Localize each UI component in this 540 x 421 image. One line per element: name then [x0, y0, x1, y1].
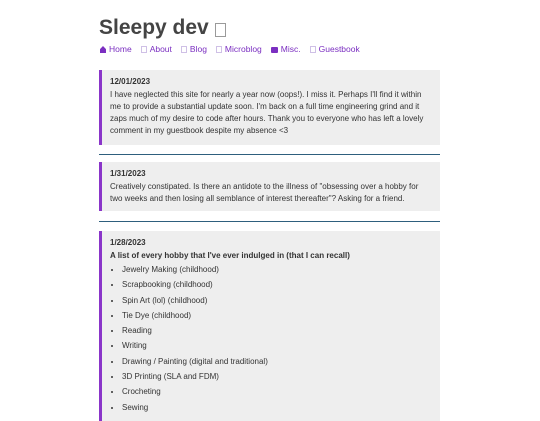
nav-microblog[interactable]: Microblog	[215, 44, 262, 55]
nav-about[interactable]: About	[140, 44, 172, 55]
post-date: 1/28/2023	[110, 238, 146, 247]
post: 1/28/2023 A list of every hobby that I'v…	[99, 231, 440, 421]
post: 12/01/2023 I have neglected this site fo…	[99, 70, 440, 145]
header: Sleepy dev	[99, 14, 226, 42]
nav-guestbook[interactable]: Guestbook	[309, 44, 360, 55]
nav-blog-label: Blog	[189, 44, 207, 54]
list-item: Tie Dye (childhood)	[122, 310, 433, 322]
divider	[99, 154, 440, 155]
list-item: Jewelry Making (childhood)	[122, 264, 433, 276]
nav-home-label: Home	[109, 44, 132, 54]
post: 1/31/2023 Creatively constipated. Is the…	[99, 162, 440, 211]
list-item: 3D Printing (SLA and FDM)	[122, 371, 433, 383]
nav-misc[interactable]: Misc.	[270, 44, 301, 55]
list-item: Sewing	[122, 402, 433, 414]
divider	[99, 221, 440, 222]
list-item: Crocheting	[122, 386, 433, 398]
list-item: Writing	[122, 340, 433, 352]
placeholder-icon	[309, 46, 316, 53]
list-item: Spin Art (lol) (childhood)	[122, 295, 433, 307]
nav-blog[interactable]: Blog	[180, 44, 207, 55]
placeholder-icon	[180, 46, 187, 53]
post-body: Creatively constipated. Is there an anti…	[110, 182, 419, 203]
post-heading: A list of every hobby that I've ever ind…	[110, 251, 350, 260]
post-date: 1/31/2023	[110, 169, 146, 178]
placeholder-icon	[215, 46, 222, 53]
site-title: Sleepy dev	[99, 16, 209, 39]
nav-about-label: About	[149, 44, 172, 54]
list-item: Drawing / Painting (digital and traditio…	[122, 356, 433, 368]
nav-microblog-label: Microblog	[224, 44, 262, 54]
home-icon	[100, 46, 106, 53]
folder-icon	[270, 46, 278, 53]
page: Sleepy dev Home About Blog Microblog Mis…	[0, 0, 540, 421]
hobby-list: Jewelry Making (childhood) Scrapbooking …	[110, 264, 433, 414]
nav-home[interactable]: Home	[100, 44, 132, 55]
nav-guestbook-label: Guestbook	[318, 44, 360, 54]
list-item: Reading	[122, 325, 433, 337]
list-item: Scrapbooking (childhood)	[122, 279, 433, 291]
main-nav: Home About Blog Microblog Misc. Guestboo…	[100, 44, 360, 55]
placeholder-icon	[140, 46, 147, 53]
post-body: I have neglected this site for nearly a …	[110, 90, 424, 135]
nav-misc-label: Misc.	[280, 44, 301, 54]
placeholder-icon	[214, 22, 226, 37]
post-date: 12/01/2023	[110, 77, 151, 86]
